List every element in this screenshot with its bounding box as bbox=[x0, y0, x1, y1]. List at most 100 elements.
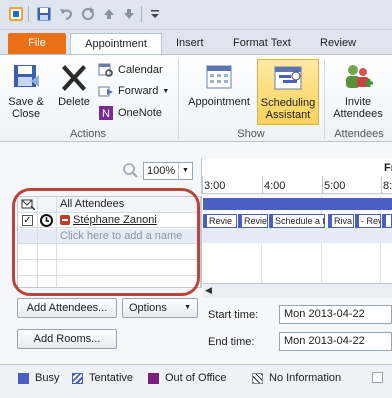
busy-block[interactable] bbox=[382, 214, 392, 228]
zoom-select[interactable]: 100% ▼ bbox=[143, 162, 193, 180]
busy-edge bbox=[239, 215, 242, 227]
zoom-value: 100% bbox=[147, 165, 176, 177]
busy-swatch bbox=[18, 372, 29, 384]
hour-label: 8: bbox=[383, 180, 392, 192]
legend-no-information: No Information bbox=[252, 372, 341, 384]
legend-busy: Busy bbox=[18, 372, 59, 384]
forward-icon bbox=[98, 83, 114, 99]
arrow-down-icon[interactable] bbox=[121, 6, 137, 22]
scheduling-assistant-button[interactable]: Scheduling Assistant bbox=[257, 59, 319, 125]
hour-gridline bbox=[262, 176, 263, 194]
busy-edge bbox=[329, 215, 332, 227]
tab-format-text[interactable]: Format Text bbox=[225, 33, 299, 54]
hour-gridline bbox=[322, 176, 323, 194]
chevron-down-icon: ▼ bbox=[162, 87, 170, 95]
availability-legend: Busy Tentative Out of Office No Informat… bbox=[0, 364, 392, 398]
delete-x-icon bbox=[57, 61, 91, 93]
busy-edge bbox=[356, 215, 359, 227]
forward-button[interactable]: Forward ▼ bbox=[98, 83, 169, 99]
legend-out-of-office-label: Out of Office bbox=[165, 372, 227, 384]
busy-block-label: - Revie bbox=[361, 216, 380, 226]
hour-gridline bbox=[202, 176, 203, 194]
calendar-button[interactable]: Calendar bbox=[98, 62, 163, 78]
busy-edge bbox=[204, 215, 207, 227]
svg-text:N: N bbox=[102, 108, 110, 120]
calendar-label: Calendar bbox=[118, 64, 163, 76]
add-attendees-button[interactable]: Add Attendees... bbox=[17, 298, 117, 318]
start-time-label: Start time: bbox=[208, 309, 259, 321]
zoom-magnifier-icon bbox=[121, 161, 139, 179]
delete-button[interactable]: Delete bbox=[54, 61, 94, 108]
hour-label: 3:00 bbox=[204, 180, 226, 192]
appointment-view-label: Appointment bbox=[188, 96, 250, 108]
chevron-down-icon[interactable]: ▼ bbox=[178, 163, 192, 179]
forward-label: Forward bbox=[118, 85, 159, 97]
invite-people-icon bbox=[341, 61, 375, 93]
busy-block[interactable]: Riva bbox=[328, 214, 354, 228]
legend-tentative-label: Tentative bbox=[89, 372, 134, 384]
legend-out-of-office: Out of Office bbox=[148, 372, 227, 384]
tab-file[interactable]: File bbox=[8, 33, 66, 54]
legend-busy-label: Busy bbox=[35, 372, 60, 384]
redo-icon[interactable] bbox=[80, 6, 96, 22]
undo-icon[interactable] bbox=[58, 6, 74, 22]
busy-block[interactable]: Schedule a te bbox=[269, 214, 325, 228]
busy-block[interactable]: Revie bbox=[203, 214, 237, 228]
delete-label: Delete bbox=[58, 96, 90, 108]
all-attendees-busy-bar bbox=[203, 198, 392, 210]
save-close-button[interactable]: Save & Close bbox=[6, 61, 46, 120]
add-row-highlight bbox=[202, 228, 392, 243]
scroll-left-icon[interactable]: ◀ bbox=[205, 285, 212, 296]
appointment-calendar-icon bbox=[202, 61, 236, 93]
tab-insert[interactable]: Insert bbox=[168, 33, 212, 54]
no-information-swatch bbox=[252, 372, 263, 384]
scheduling-assistant-icon bbox=[271, 62, 305, 94]
timeline-horizontal-scrollbar[interactable]: ◀ bbox=[203, 283, 392, 298]
calendar-search-icon bbox=[98, 62, 114, 78]
busy-edge bbox=[270, 215, 273, 227]
attendee-highlight-annotation bbox=[12, 188, 200, 296]
show-group-label: Show bbox=[237, 128, 265, 140]
timeline-header: Fr 3:00 4:00 5:00 8: bbox=[201, 158, 392, 194]
save-icon[interactable] bbox=[36, 6, 52, 22]
save-close-label-line2: Close bbox=[11, 108, 41, 120]
out-of-office-swatch bbox=[148, 372, 159, 384]
busy-block-label: Revie bbox=[244, 216, 268, 226]
hour-gridline bbox=[381, 176, 382, 194]
add-rooms-button[interactable]: Add Rooms... bbox=[17, 329, 117, 349]
start-date-field[interactable]: Mon 2013-04-22 bbox=[279, 305, 392, 324]
invite-label-line2: Attendees bbox=[333, 108, 383, 120]
busy-block-label: Riva bbox=[334, 216, 353, 226]
qat-separator bbox=[141, 6, 142, 22]
save-close-label-line1: Save & bbox=[8, 96, 44, 108]
busy-edge bbox=[383, 215, 386, 227]
busy-block[interactable]: Revie bbox=[238, 214, 268, 228]
title-bar bbox=[0, 0, 392, 30]
legend-no-info-label: No Information bbox=[269, 372, 342, 384]
save-close-icon bbox=[9, 61, 43, 93]
scheduling-label-line1: Scheduling bbox=[260, 97, 316, 109]
customize-qat-icon[interactable] bbox=[147, 6, 163, 22]
legend-extra bbox=[372, 372, 389, 383]
outlook-app-icon[interactable] bbox=[8, 6, 24, 22]
scheduling-label-line2: Assistant bbox=[265, 109, 311, 121]
legend-tentative: Tentative bbox=[72, 372, 133, 384]
onenote-button[interactable]: N OneNote bbox=[98, 105, 162, 121]
options-button[interactable]: Options ▼ bbox=[122, 298, 198, 318]
busy-block[interactable]: - Revie bbox=[355, 214, 381, 228]
tab-review[interactable]: Review bbox=[312, 33, 364, 54]
hour-label: 4:00 bbox=[264, 180, 286, 192]
group-separator bbox=[178, 59, 179, 139]
end-date-field[interactable]: Mon 2013-04-22 bbox=[279, 332, 392, 351]
hour-label: 5:00 bbox=[324, 180, 346, 192]
appointment-view-button[interactable]: Appointment bbox=[184, 61, 254, 108]
day-label: Fr bbox=[384, 162, 392, 174]
options-label: Options bbox=[129, 302, 167, 314]
invite-attendees-button[interactable]: Invite Attendees bbox=[328, 61, 388, 120]
ribbon: Save & Close Delete Calendar Forward ▼ N… bbox=[0, 54, 392, 142]
actions-group-label: Actions bbox=[69, 128, 107, 140]
tab-appointment[interactable]: Appointment bbox=[70, 33, 162, 54]
arrow-up-icon[interactable] bbox=[101, 6, 117, 22]
chevron-down-icon: ▼ bbox=[184, 304, 191, 311]
attendees-group-label: Attendees bbox=[334, 128, 384, 140]
